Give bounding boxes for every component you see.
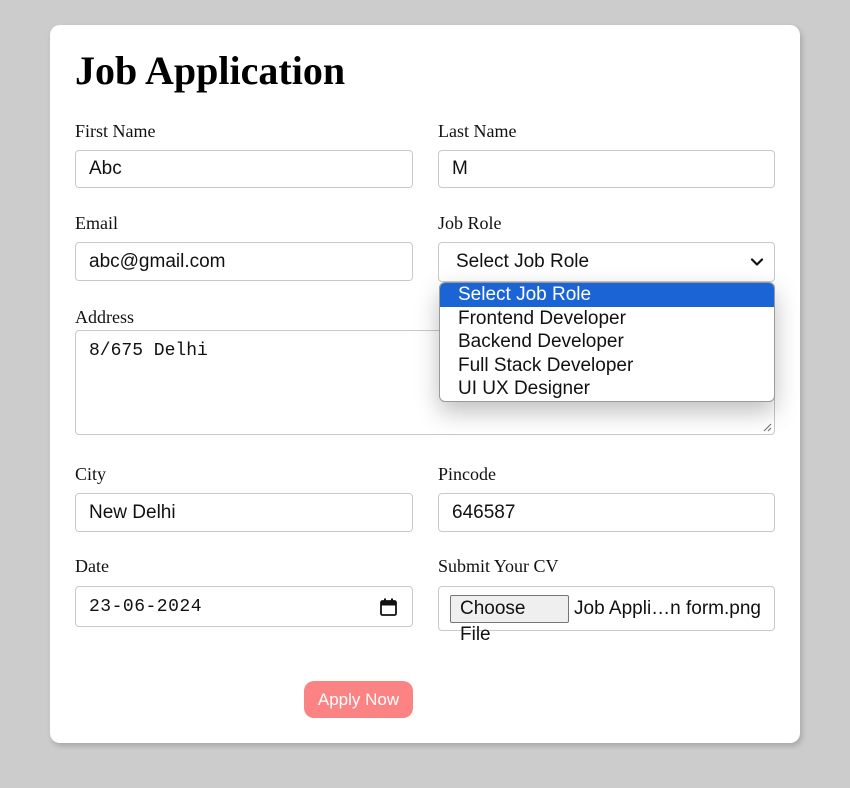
first-name-label: First Name	[75, 121, 156, 141]
email-label: Email	[75, 213, 118, 233]
pincode-label: Pincode	[438, 464, 496, 484]
resize-handle-icon[interactable]	[762, 422, 772, 432]
apply-now-button[interactable]: Apply Now	[304, 681, 413, 718]
job-role-option[interactable]: Frontend Developer	[440, 307, 774, 331]
date-value: 23-06-2024	[89, 596, 203, 617]
first-name-input[interactable]: Abc	[75, 150, 413, 188]
job-role-selected-value: Select Job Role	[456, 251, 590, 272]
city-label: City	[75, 464, 107, 484]
application-form-card: Job Application First Name Abc Last Name…	[50, 25, 800, 743]
city-input[interactable]: New Delhi	[75, 493, 413, 532]
job-role-label: Job Role	[438, 213, 502, 233]
job-role-dropdown-list[interactable]: Select Job Role Frontend Developer Backe…	[439, 282, 775, 402]
calendar-icon[interactable]	[380, 598, 397, 616]
date-label: Date	[75, 556, 109, 576]
address-label: Address	[75, 307, 134, 327]
chevron-down-icon	[750, 258, 764, 266]
last-name-value: M	[452, 158, 468, 179]
first-name-value: Abc	[89, 158, 122, 179]
pincode-input[interactable]: 646587	[438, 493, 775, 532]
date-input[interactable]: 23-06-2024	[75, 586, 413, 627]
choose-file-button[interactable]: Choose File	[450, 594, 570, 645]
address-value: 8/675 Delhi	[89, 341, 208, 361]
job-role-select[interactable]: Select Job Role	[438, 242, 775, 282]
page-title: Job Application	[75, 48, 346, 93]
cv-file-input[interactable]: Choose File Job Appli…n form.png	[438, 586, 775, 645]
last-name-label: Last Name	[438, 121, 517, 141]
email-value: abc@gmail.com	[89, 250, 226, 272]
pincode-value: 646587	[452, 501, 516, 523]
cv-label: Submit Your CV	[438, 556, 559, 576]
job-role-option[interactable]: UI UX Designer	[440, 377, 774, 401]
job-role-option[interactable]: Select Job Role	[440, 283, 774, 307]
job-role-option[interactable]: Backend Developer	[440, 330, 774, 354]
last-name-input[interactable]: M	[438, 150, 775, 188]
email-input[interactable]: abc@gmail.com	[75, 242, 413, 281]
cv-file-name: Job Appli…n form.png	[574, 597, 761, 619]
job-role-option[interactable]: Full Stack Developer	[440, 354, 774, 378]
city-value: New Delhi	[89, 501, 176, 523]
